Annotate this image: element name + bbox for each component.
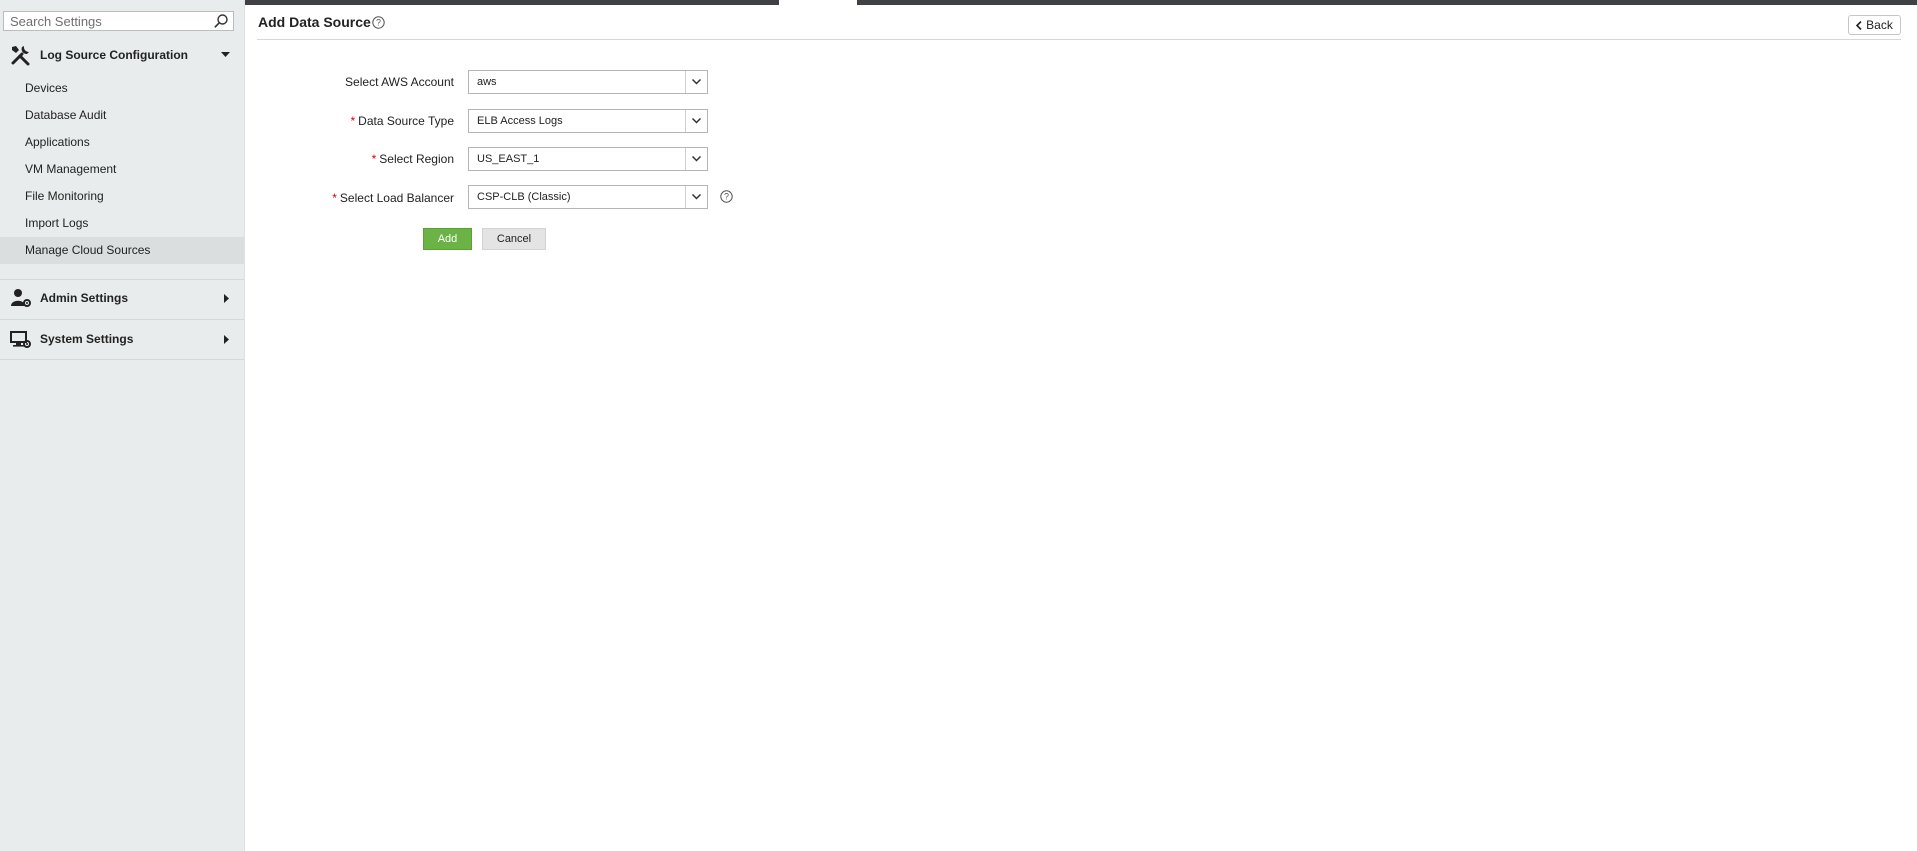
top-bar-segment (244, 0, 779, 5)
load-balancer-select[interactable]: CSP-CLB (Classic) (468, 185, 708, 209)
add-button[interactable]: Add (423, 228, 472, 250)
sidebar-item-vm-management[interactable]: VM Management (0, 156, 244, 183)
search-icon[interactable] (213, 13, 229, 29)
menu-label-system-settings: System Settings (40, 332, 134, 346)
menu-header-admin-settings[interactable]: Admin Settings (0, 278, 244, 318)
help-icon[interactable]: ? (720, 190, 733, 203)
sidebar-item-import-logs[interactable]: Import Logs (0, 210, 244, 237)
menu-header-system-settings[interactable]: System Settings (0, 319, 244, 359)
field-label-region: * Select Region (371, 152, 454, 166)
sidebar-item-database-audit[interactable]: Database Audit (0, 102, 244, 129)
menu-divider (0, 359, 244, 360)
page-title: Add Data Source (258, 14, 371, 30)
sidebar-item-manage-cloud-sources[interactable]: Manage Cloud Sources (0, 237, 244, 264)
chevron-left-icon (1856, 20, 1862, 30)
admin-user-gear-icon (11, 289, 31, 307)
sidebar-item-devices[interactable]: Devices (0, 75, 244, 102)
aws-account-value: aws (477, 76, 497, 88)
caret-right-icon (224, 293, 229, 303)
data-source-type-select[interactable]: ELB Access Logs (468, 109, 708, 133)
required-marker: * (332, 191, 337, 205)
help-icon[interactable]: ? (372, 16, 385, 29)
header-divider (257, 39, 1901, 40)
chevron-down-icon[interactable] (685, 110, 707, 132)
search-settings-input[interactable] (4, 12, 216, 30)
caret-down-icon (221, 52, 230, 57)
aws-account-select[interactable]: aws (468, 70, 708, 94)
menu-label-log-source-configuration: Log Source Configuration (40, 48, 188, 62)
monitor-gear-icon (10, 331, 31, 348)
region-value: US_EAST_1 (477, 153, 540, 165)
menu-group-log-source-configuration: Log Source Configuration Devices Databas… (0, 35, 244, 264)
back-button[interactable]: Back (1848, 15, 1901, 35)
tools-icon (11, 46, 30, 66)
chevron-down-icon[interactable] (685, 71, 707, 93)
field-label-load-balancer: * Select Load Balancer (332, 191, 454, 205)
sidebar-item-file-monitoring[interactable]: File Monitoring (0, 183, 244, 210)
required-marker: * (371, 152, 377, 166)
data-source-type-value: ELB Access Logs (477, 115, 563, 127)
menu-group-admin-settings: Admin Settings (0, 278, 244, 318)
svg-text:?: ? (376, 18, 381, 28)
field-label-aws-account: Select AWS Account (345, 75, 454, 89)
cancel-button[interactable]: Cancel (482, 228, 546, 250)
load-balancer-value: CSP-CLB (Classic) (477, 191, 571, 203)
menu-header-log-source-configuration[interactable]: Log Source Configuration (0, 35, 244, 75)
required-marker: * (350, 114, 356, 128)
chevron-down-icon[interactable] (685, 186, 707, 208)
settings-sidebar: Log Source Configuration Devices Databas… (0, 0, 245, 851)
menu-group-system-settings: System Settings (0, 319, 244, 359)
back-label: Back (1866, 18, 1893, 32)
search-settings-box[interactable] (3, 11, 234, 31)
top-bar-segment (857, 0, 1917, 5)
chevron-down-icon[interactable] (685, 148, 707, 170)
field-label-data-source-type: * Data Source Type (350, 114, 454, 128)
menu-label-admin-settings: Admin Settings (40, 291, 129, 305)
svg-text:?: ? (724, 192, 729, 202)
caret-right-icon (224, 334, 229, 344)
sidebar-item-applications[interactable]: Applications (0, 129, 244, 156)
region-select[interactable]: US_EAST_1 (468, 147, 708, 171)
